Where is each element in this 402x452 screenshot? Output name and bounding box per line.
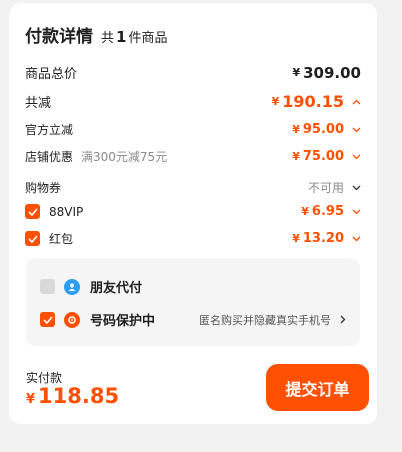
official-discount-label: 官方立减 — [25, 123, 74, 137]
total-price-row: 商品总价 ¥309.00 — [25, 63, 361, 83]
vip-row[interactable]: 88VIP ¥6.95 — [25, 204, 361, 219]
coupon-row[interactable]: 购物券 不可用 — [25, 179, 361, 196]
friend-pay-label: 朋友代付 — [90, 281, 143, 296]
friend-pay-row[interactable]: 朋友代付 — [40, 277, 348, 296]
discount-total-row[interactable]: 共减 ¥190.15 — [25, 92, 361, 111]
chevron-up-icon[interactable] — [351, 99, 361, 105]
official-discount-row[interactable]: 官方立减 ¥95.00 — [25, 121, 361, 138]
coupon-status: 不可用 — [308, 179, 361, 196]
total-price-label: 商品总价 — [25, 67, 78, 82]
red-packet-checkbox[interactable] — [25, 231, 40, 246]
red-packet-label: 红包 — [49, 232, 74, 246]
store-discount-detail: 满300元减75元 — [81, 150, 168, 164]
item-count: 共 1 件商品 — [101, 28, 168, 46]
store-discount-value: ¥75.00 — [292, 149, 361, 164]
chevron-down-icon[interactable] — [351, 236, 361, 242]
red-packet-row[interactable]: 红包 ¥13.20 — [25, 230, 361, 247]
official-discount-value: ¥95.00 — [292, 122, 361, 137]
number-protect-row[interactable]: 号码保护中 匿名购买并隐藏真实手机号 — [40, 310, 348, 329]
number-protect-label: 号码保护中 — [90, 314, 156, 329]
store-discount-label: 店铺优惠 满300元减75元 — [25, 150, 168, 164]
number-protect-checkbox[interactable] — [40, 312, 55, 327]
total-price-value: ¥309.00 — [292, 63, 361, 82]
vip-value: ¥6.95 — [301, 204, 361, 219]
store-discount-row[interactable]: 店铺优惠 满300元减75元 ¥75.00 — [25, 148, 361, 165]
discount-total-label: 共减 — [25, 96, 52, 111]
header: 付款详情 共 1 件商品 — [25, 22, 167, 47]
page-title: 付款详情 — [25, 27, 93, 47]
vip-label: 88VIP — [49, 204, 84, 219]
coupon-label: 购物券 — [25, 181, 62, 195]
options-panel: 朋友代付 号码保护中 匿名购买并隐藏真实手机号 — [26, 258, 360, 346]
chevron-down-icon[interactable] — [351, 209, 361, 215]
discount-total-value: ¥190.15 — [272, 92, 361, 111]
vip-checkbox[interactable] — [25, 204, 40, 219]
red-packet-value: ¥13.20 — [292, 231, 361, 246]
chevron-down-icon[interactable] — [351, 127, 361, 133]
chevron-right-icon[interactable] — [338, 315, 348, 324]
paid-amount: ¥118.85 — [26, 384, 120, 408]
chevron-down-icon[interactable] — [351, 154, 361, 160]
shield-icon — [64, 311, 80, 328]
number-protect-desc[interactable]: 匿名购买并隐藏真实手机号 — [199, 312, 348, 328]
friend-pay-icon — [64, 278, 80, 295]
submit-order-button[interactable]: 提交订单 — [266, 364, 369, 411]
payment-details-card: 付款详情 共 1 件商品 商品总价 ¥309.00 共减 ¥190.15 官方立减 … — [9, 3, 377, 424]
chevron-down-icon[interactable] — [351, 185, 361, 191]
friend-pay-checkbox[interactable] — [40, 279, 55, 294]
